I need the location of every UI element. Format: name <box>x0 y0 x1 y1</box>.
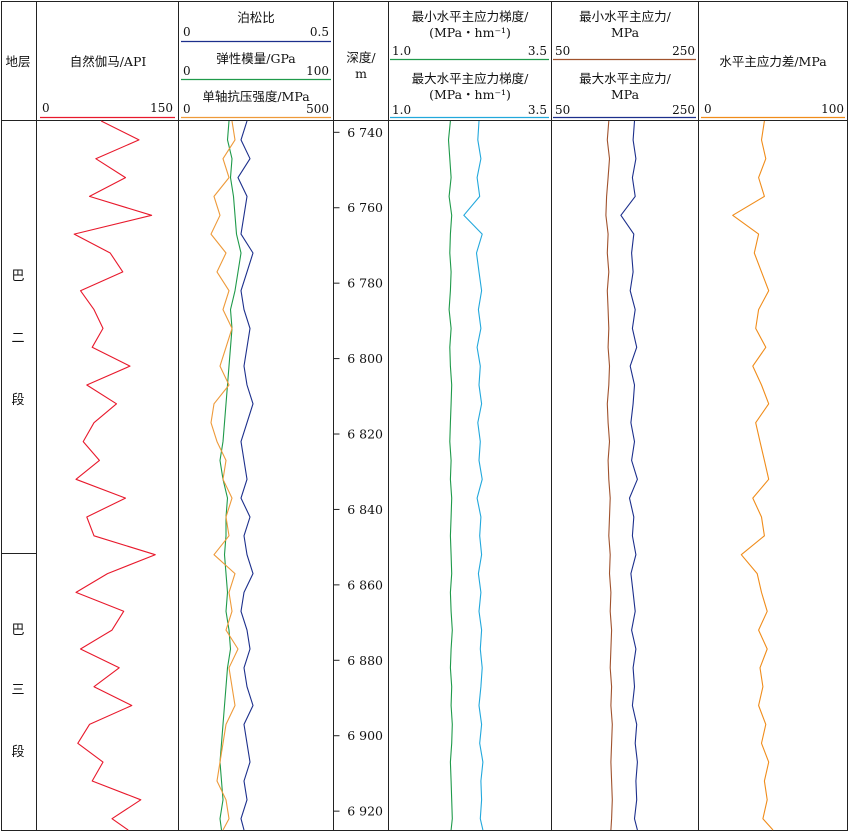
min-grad-scale-min: 1.0 <box>392 44 411 58</box>
min-stress-scale-max: 250 <box>672 44 695 58</box>
strata-2-char-2: 三 <box>11 683 24 698</box>
depth-tick-label: 6 840 <box>347 502 383 517</box>
curve-max-grad <box>463 120 484 831</box>
header-gradient: 最小水平主应力梯度/ (MPa・hm⁻¹) 1.0 3.5 最大水平主应力梯度/… <box>390 9 549 119</box>
ucs-scale-max: 500 <box>306 102 329 116</box>
strata-1-char-1: 巴 <box>11 269 24 284</box>
depth-tick-label: 6 820 <box>347 427 383 442</box>
outer-border <box>1 1 848 831</box>
header-mechanical: 泊松比 0 0.5 弹性模量/GPa 0 100 单轴抗压强度/MPa 0 50… <box>181 10 331 119</box>
curve-stress-diff <box>732 120 774 831</box>
max-grad-scale-min: 1.0 <box>392 103 411 117</box>
diff-scale-min: 0 <box>704 102 712 116</box>
header-modulus-title: 弹性模量/GPa <box>216 51 296 66</box>
header-min-grad-line2: (MPa・hm⁻¹) <box>429 25 511 40</box>
strata-1-char-2: 二 <box>11 331 24 346</box>
header-diff-title: 水平主应力差/MPa <box>719 54 827 69</box>
strata-2-char-1: 巴 <box>11 623 24 638</box>
depth-tick-label: 6 860 <box>347 577 383 592</box>
log-curves <box>73 120 774 831</box>
diff-scale-max: 100 <box>821 102 844 116</box>
header-max-grad-line1: 最大水平主应力梯度/ <box>412 71 530 86</box>
depth-axis: 6 740 6 760 6 780 6 800 6 820 6 840 6 860 6 880… <box>333 125 383 819</box>
depth-tick-label: 6 920 <box>347 804 383 819</box>
well-log-chart: 地层 自然伽马/API 0 150 泊松比 0 0.5 弹性模量/GPa 0 1… <box>0 0 850 833</box>
header-stress: 最小水平主应力/ MPa 50 250 最大水平主应力/ MPa 50 250 <box>553 9 696 119</box>
curve-min-grad <box>447 120 453 831</box>
depth-tick-label: 6 900 <box>347 728 383 743</box>
curve-min-stress <box>605 120 613 831</box>
max-grad-scale-max: 3.5 <box>528 103 547 117</box>
curve-ucs <box>210 120 239 831</box>
depth-tick-label: 6 760 <box>347 200 383 215</box>
ucs-scale-min: 0 <box>183 102 191 116</box>
header-min-stress-line1: 最小水平主应力/ <box>579 9 672 24</box>
header-formation: 地层 <box>5 54 30 69</box>
header-poisson-title: 泊松比 <box>237 10 275 25</box>
depth-tick-label: 6 880 <box>347 653 383 668</box>
depth-tick-label: 6 780 <box>347 276 383 291</box>
header-depth-line2: m <box>355 66 367 81</box>
poisson-scale-max: 0.5 <box>310 25 329 39</box>
curve-gamma <box>73 120 156 831</box>
depth-tick-label: 6 740 <box>347 125 383 140</box>
header-gamma-title: 自然伽马/API <box>70 54 147 69</box>
strata-2-char-3: 段 <box>11 745 24 760</box>
strata-1-char-3: 段 <box>11 393 24 408</box>
poisson-scale-min: 0 <box>183 25 191 39</box>
header-min-stress-line2: MPa <box>611 25 640 40</box>
header-gamma: 自然伽马/API 0 150 <box>40 54 175 119</box>
modulus-scale-min: 0 <box>183 64 191 78</box>
header-depth: 深度/ m <box>346 50 376 81</box>
min-grad-scale-max: 3.5 <box>528 44 547 58</box>
header-depth-line1: 深度/ <box>346 50 376 65</box>
depth-tick-label: 6 800 <box>347 351 383 366</box>
max-stress-scale-max: 250 <box>672 103 695 117</box>
frame <box>1 1 848 831</box>
curve-max-stress <box>620 120 638 831</box>
header-max-stress-line1: 最大水平主应力/ <box>579 71 672 86</box>
min-stress-scale-min: 50 <box>555 44 570 58</box>
formation-labels: 巴 二 段 巴 三 段 <box>11 269 24 760</box>
max-stress-scale-min: 50 <box>555 103 570 117</box>
well-log-svg: 地层 自然伽马/API 0 150 泊松比 0 0.5 弹性模量/GPa 0 1… <box>1 1 848 831</box>
curve-poisson <box>237 120 254 831</box>
modulus-scale-max: 100 <box>306 64 329 78</box>
header-ucs-title: 单轴抗压强度/MPa <box>202 89 310 104</box>
gamma-scale-max: 150 <box>150 101 173 115</box>
gamma-scale-min: 0 <box>42 101 50 115</box>
header-diff: 水平主应力差/MPa 0 100 <box>701 54 845 119</box>
header-min-grad-line1: 最小水平主应力梯度/ <box>412 9 530 24</box>
header-max-grad-line2: (MPa・hm⁻¹) <box>429 87 511 102</box>
header-max-stress-line2: MPa <box>611 87 640 102</box>
